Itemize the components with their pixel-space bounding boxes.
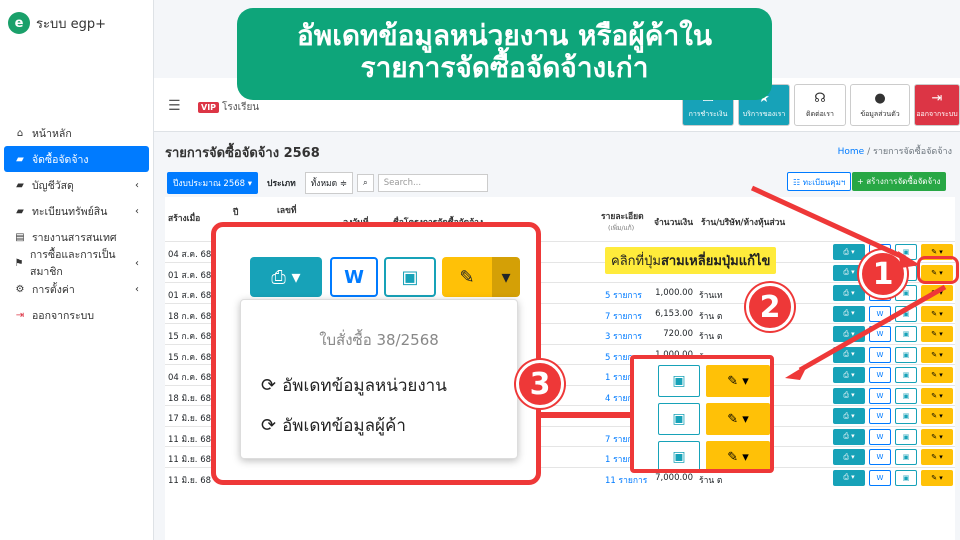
- refresh-icon: ⟳: [261, 375, 277, 396]
- edit-dropdown-button[interactable]: ✎ ▾: [706, 403, 770, 435]
- box-button[interactable]: ▣: [384, 257, 436, 297]
- menu-item-update-vendor[interactable]: ⟳ อัพเดทข้อมูลผู้ค้า: [261, 412, 406, 439]
- arrow-2-head: [785, 364, 808, 380]
- edit-dropdown-button[interactable]: ✎ ▾: [706, 365, 770, 397]
- zoomed-buttons: ▣ ✎ ▾ ▣ ✎ ▾ ▣ ✎ ▾: [630, 355, 774, 473]
- print-dropdown-button[interactable]: ⎙ ▾: [250, 257, 322, 297]
- box-button[interactable]: ▣: [658, 365, 700, 397]
- zoomed-popup: ⎙ ▾ W ▣ ✎ ▾ ใบสั่งซื้อ 38/2568 ⟳ อัพเดทข้…: [211, 222, 541, 485]
- box-button[interactable]: ▣: [658, 441, 700, 469]
- step-2-badge: 2: [746, 283, 794, 331]
- arrow-1-head: [898, 251, 920, 268]
- step-3-badge: 3: [516, 360, 564, 408]
- arrow-2: [798, 284, 947, 373]
- edit-dropdown-menu: ใบสั่งซื้อ 38/2568 ⟳ อัพเดทข้อมูลหน่วยงาน…: [240, 299, 518, 459]
- refresh-icon: ⟳: [261, 415, 277, 436]
- edit-button[interactable]: ✎: [442, 257, 492, 297]
- edit-caret-button[interactable]: ▾: [492, 257, 520, 297]
- menu-item-update-agency[interactable]: ⟳ อัพเดทข้อมูลหน่วยงาน: [261, 372, 447, 399]
- arrow-1: [750, 185, 907, 261]
- menu-header: ใบสั่งซื้อ 38/2568: [319, 331, 439, 349]
- word-button[interactable]: W: [330, 257, 378, 297]
- edit-dropdown-button[interactable]: ✎ ▾: [706, 441, 770, 469]
- box-button[interactable]: ▣: [658, 403, 700, 435]
